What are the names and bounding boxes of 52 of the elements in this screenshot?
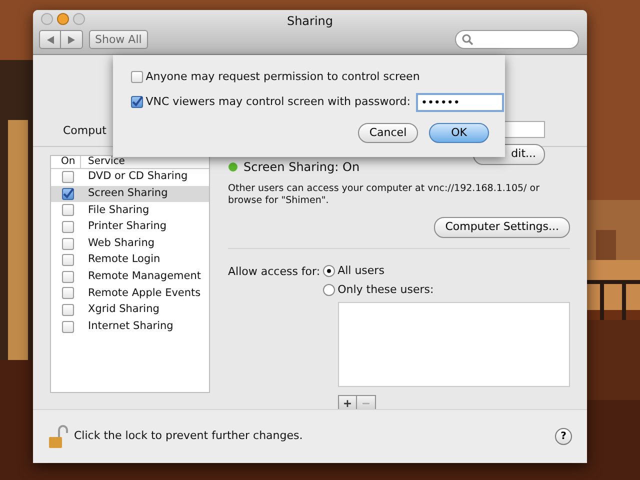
- checkbox[interactable]: [62, 254, 74, 266]
- column-header: Service: [87, 156, 125, 168]
- zoom-button[interactable]: [73, 13, 85, 25]
- checkbox[interactable]: [62, 287, 74, 300]
- help-button[interactable]: ?: [555, 428, 572, 445]
- checkbox[interactable]: [62, 238, 74, 250]
- lock-icon[interactable]: [48, 424, 68, 448]
- checkbox[interactable]: [62, 171, 74, 184]
- checkbox[interactable]: [62, 304, 74, 316]
- checkbox[interactable]: [62, 270, 74, 283]
- service-row[interactable]: Printer Sharing: [51, 218, 209, 236]
- checkbox[interactable]: [62, 188, 74, 200]
- checkbox[interactable]: [131, 96, 143, 108]
- column-header: On: [51, 156, 81, 168]
- back-button[interactable]: [39, 30, 61, 49]
- service-row[interactable]: Web Sharing: [51, 235, 209, 252]
- checkbox[interactable]: [62, 221, 74, 234]
- forward-button[interactable]: [61, 30, 83, 49]
- option-label: Anyone may request permission to control screen: [146, 69, 420, 85]
- lock-message: Click the lock to prevent further changes.: [74, 428, 303, 444]
- checkbox[interactable]: [62, 320, 74, 333]
- service-row[interactable]: Xgrid Sharing: [51, 302, 209, 318]
- back-icon: [46, 36, 54, 44]
- service-row[interactable]: File Sharing: [51, 202, 209, 219]
- description-text: Other users can access your computer at vnc://192.168.1.105/ or browse for "Shimen".: [228, 183, 540, 207]
- service-row[interactable]: Remote Login: [51, 252, 209, 269]
- window-title: Sharing: [286, 13, 334, 30]
- computer-name-label: Comput: [63, 123, 106, 139]
- forward-icon: [68, 36, 75, 44]
- service-row[interactable]: DVD or CD Sharing: [51, 169, 209, 186]
- access-label: Allow access for:: [228, 264, 320, 280]
- service-row[interactable]: Screen Sharing: [51, 186, 209, 202]
- status-text: Screen Sharing: On: [244, 159, 360, 176]
- cancel-button[interactable]: Cancel: [358, 122, 418, 143]
- close-button[interactable]: [41, 13, 53, 25]
- computer-settings-button[interactable]: Computer Settings...: [434, 217, 570, 238]
- show-all-button[interactable]: Show All: [88, 30, 148, 49]
- minimize-button[interactable]: [57, 13, 69, 25]
- checkbox[interactable]: [131, 71, 143, 84]
- password-field[interactable]: ••••••: [416, 92, 504, 112]
- radio-button[interactable]: [322, 284, 335, 296]
- search-icon: [462, 34, 473, 45]
- ok-button[interactable]: OK: [429, 122, 489, 143]
- search-field[interactable]: [455, 30, 579, 49]
- radio-label: All users: [338, 262, 384, 278]
- radio-button[interactable]: [322, 264, 335, 277]
- service-row[interactable]: Remote Management: [51, 268, 209, 286]
- checkbox[interactable]: [62, 204, 74, 216]
- service-row[interactable]: Remote Apple Events: [51, 285, 209, 302]
- radio-label: Only these users:: [338, 282, 434, 298]
- option-label: VNC viewers may control screen with password:: [146, 94, 410, 110]
- service-row[interactable]: Internet Sharing: [51, 318, 209, 335]
